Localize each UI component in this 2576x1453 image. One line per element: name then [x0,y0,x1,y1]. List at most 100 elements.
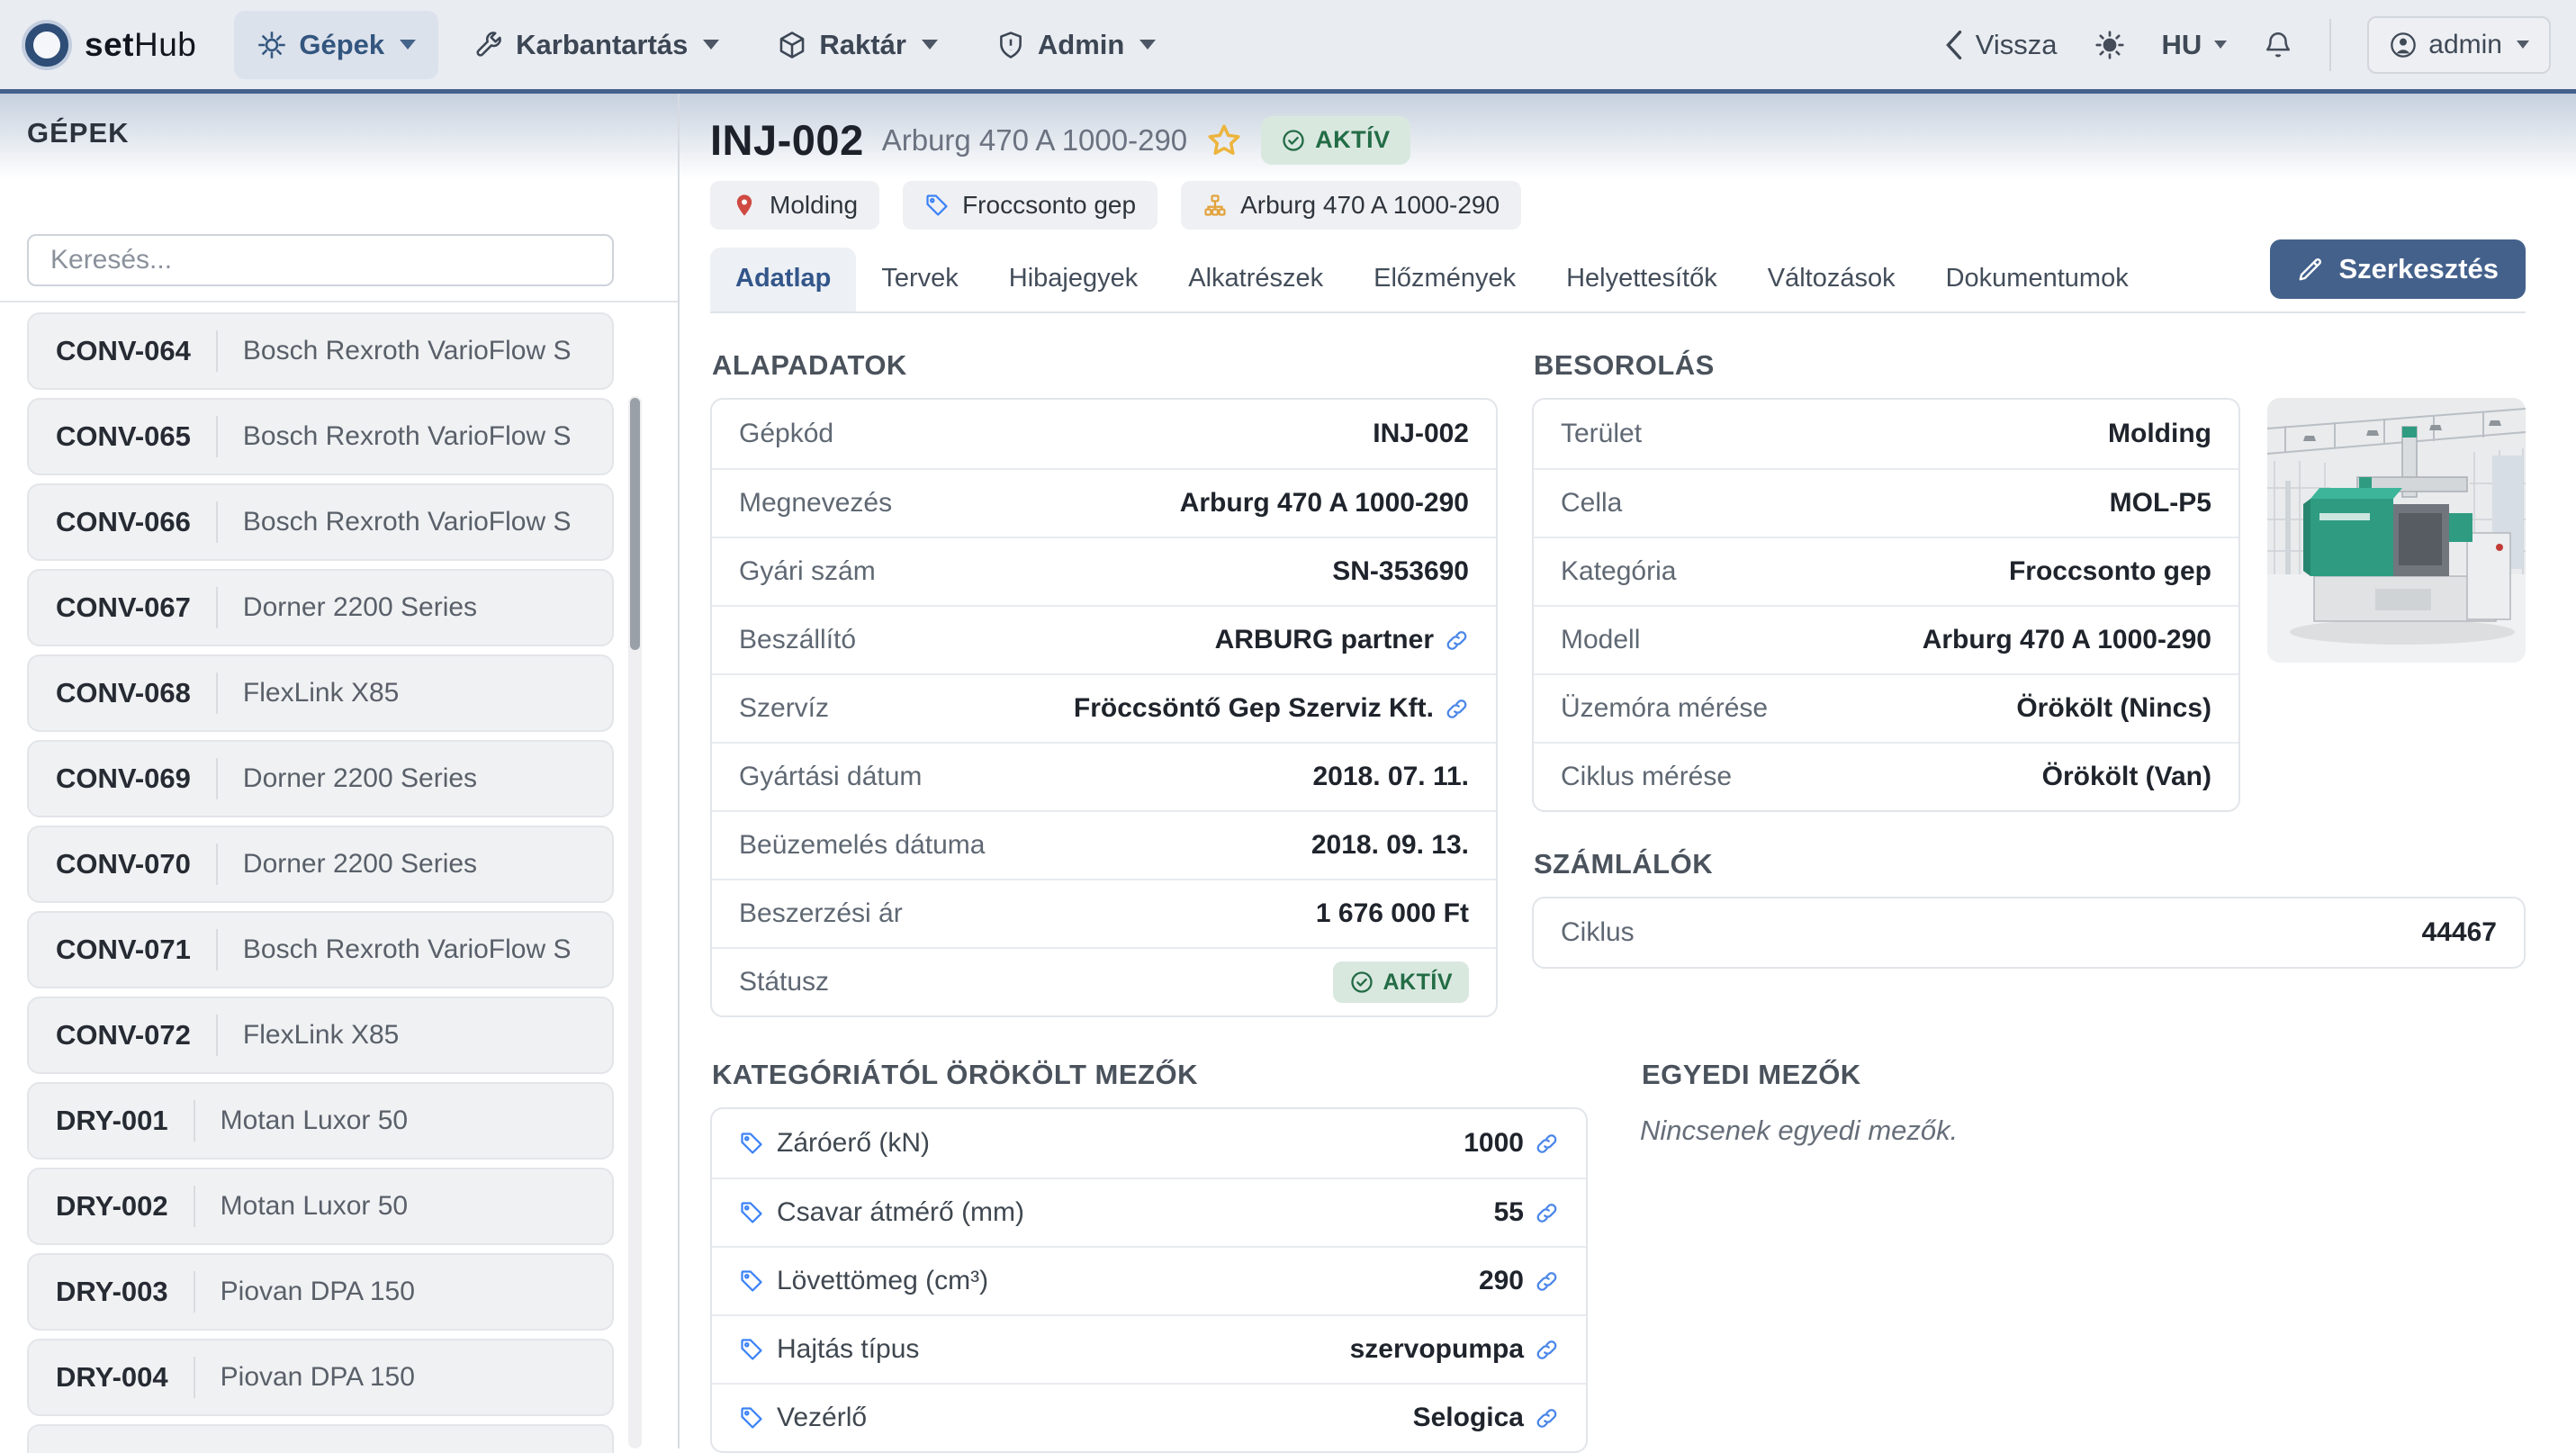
machine-list-item[interactable]: CONV-071Bosch Rexroth VarioFlow S [27,911,614,988]
machine-list-item[interactable]: CONV-065Bosch Rexroth VarioFlow S [27,398,614,475]
row-label: Lövettömeg (cm³) [739,1266,988,1296]
back-button[interactable]: Vissza [1943,29,2058,61]
title-row: INJ-002 Arburg 470 A 1000-290 AKTÍV [710,115,2526,165]
tab-helyettesitok[interactable]: Helyettesítők [1541,248,1743,311]
brand-bold: set [85,26,134,63]
section-heading: EGYEDI MEZŐK [1642,1059,2526,1091]
row-value: Froccsonto gep [2009,556,2211,587]
divider [194,1357,195,1398]
favorite-star-icon[interactable] [1205,122,1243,159]
link-icon[interactable] [1535,1201,1559,1225]
alapadatok-table: GépkódINJ-002 MegnevezésArburg 470 A 100… [710,398,1498,1017]
row-label: Modell [1561,625,1640,655]
machine-code: CONV-070 [56,848,191,880]
page-subtitle: Arburg 470 A 1000-290 [882,123,1187,158]
chevron-down-icon [922,40,938,50]
brand: setHub [85,26,196,64]
machine-code: DRY-003 [56,1276,168,1308]
custom-fields-empty-note: Nincsenek egyedi mezők. [1640,1115,2526,1147]
nav-item-raktar[interactable]: Raktár [754,11,960,79]
tab-content: ALAPADATOK GépkódINJ-002 MegnevezésArbur… [710,313,2526,1453]
nav-item-label: Raktár [819,29,906,61]
divider [216,416,218,457]
edit-button-label: Szerkesztés [2338,253,2499,285]
machine-list-item[interactable]: DRY-004Piovan DPA 150 [27,1339,614,1416]
machine-list-item-partial[interactable] [27,1424,614,1453]
machine-list-item[interactable]: CONV-067Dorner 2200 Series [27,569,614,646]
inherited-fields-table: Záróerő (kN)1000 Csavar átmérő (mm)55 Lö… [710,1107,1588,1453]
machine-list-item[interactable]: CONV-072FlexLink X85 [27,997,614,1074]
row-value: 55 [1494,1197,1559,1228]
nav-item-karbantartas[interactable]: Karbantartás [451,11,742,79]
row-label: Ciklus mérése [1561,762,1732,792]
theme-toggle[interactable] [2094,29,2126,61]
row-value: 290 [1479,1266,1559,1296]
top-navbar: setHub Gépek Karbantartás Raktár Admin V… [0,0,2576,94]
map-pin-icon [732,193,757,218]
besorolas-section: BESOROLÁS TerületMolding CellaMOL-P5 Kat… [1532,349,2526,1017]
check-circle-icon [1349,970,1374,995]
link-icon[interactable] [1535,1406,1559,1430]
status-badge: AKTÍV [1261,116,1410,165]
row-value: szervopumpa [1350,1334,1559,1365]
tag-icon [739,1268,764,1294]
tab-adatlap[interactable]: Adatlap [710,248,856,311]
nav-item-label: Karbantartás [516,29,688,61]
machine-code: CONV-067 [56,591,191,624]
search-input[interactable] [27,234,614,286]
model-chip[interactable]: Arburg 470 A 1000-290 [1181,181,1521,230]
edit-button[interactable]: Szerkesztés [2270,239,2526,299]
table-row: Üzemóra méréseÖrökölt (Nincs) [1534,673,2238,742]
divider [216,758,218,799]
brand-regular: Hub [134,26,196,63]
user-label: admin [2428,30,2502,60]
machine-photo [2267,398,2526,663]
link-icon[interactable] [1535,1338,1559,1362]
machine-list-item[interactable]: DRY-003Piovan DPA 150 [27,1253,614,1331]
sidebar-heading: GÉPEK [27,117,678,149]
link-icon[interactable] [1535,1269,1559,1294]
notifications-button[interactable] [2263,30,2293,60]
wrench-icon [473,30,504,60]
tag-icon [739,1405,764,1430]
language-dropdown[interactable]: HU [2162,29,2228,61]
nav-item-gepek[interactable]: Gépek [234,11,438,79]
table-row: Gyártási dátum2018. 07. 11. [712,742,1496,810]
tab-elozmenyek[interactable]: Előzmények [1348,248,1541,311]
tab-valtozasok[interactable]: Változások [1743,248,1921,311]
machine-list-item[interactable]: DRY-001Motan Luxor 50 [27,1082,614,1160]
area-chip[interactable]: Molding [710,181,879,230]
machine-list-item[interactable]: CONV-066Bosch Rexroth VarioFlow S [27,483,614,561]
table-row: MegnevezésArburg 470 A 1000-290 [712,468,1496,537]
row-label: Terület [1561,419,1642,449]
user-menu[interactable]: admin [2367,16,2551,74]
machine-list-item[interactable]: DRY-002Motan Luxor 50 [27,1168,614,1245]
row-label: Beüzemelés dátuma [739,830,986,861]
table-row: GépkódINJ-002 [712,400,1496,468]
tab-tervek[interactable]: Tervek [856,248,983,311]
link-icon[interactable] [1445,697,1469,721]
table-row: CellaMOL-P5 [1534,468,2238,537]
nav-item-admin[interactable]: Admin [973,11,1178,79]
divider [194,1100,195,1142]
row-label: Üzemóra mérése [1561,693,1768,724]
machine-model: Piovan DPA 150 [221,1362,415,1393]
machine-list-item[interactable]: CONV-070Dorner 2200 Series [27,826,614,903]
machine-model: FlexLink X85 [243,1020,399,1051]
tag-icon [739,1337,764,1362]
machine-list: CONV-064Bosch Rexroth VarioFlow S CONV-0… [0,302,678,1453]
chip-label: Arburg 470 A 1000-290 [1240,191,1500,220]
tab-dokumentumok[interactable]: Dokumentumok [1921,248,2154,311]
category-chip[interactable]: Froccsonto gep [903,181,1157,230]
link-icon[interactable] [1445,628,1469,653]
machine-list-item[interactable]: CONV-069Dorner 2200 Series [27,740,614,817]
link-icon[interactable] [1535,1132,1559,1156]
row-label: Kategória [1561,556,1676,587]
sidebar-scrollbar-thumb[interactable] [630,398,640,650]
table-row: Kategória Froccsonto gep [1534,537,2238,605]
machine-list-item[interactable]: CONV-064Bosch Rexroth VarioFlow S [27,312,614,390]
machine-list-item[interactable]: CONV-068FlexLink X85 [27,654,614,732]
box-icon [777,30,807,60]
tab-alkatreszek[interactable]: Alkatrészek [1163,248,1348,311]
tab-hibajegyek[interactable]: Hibajegyek [984,248,1163,311]
